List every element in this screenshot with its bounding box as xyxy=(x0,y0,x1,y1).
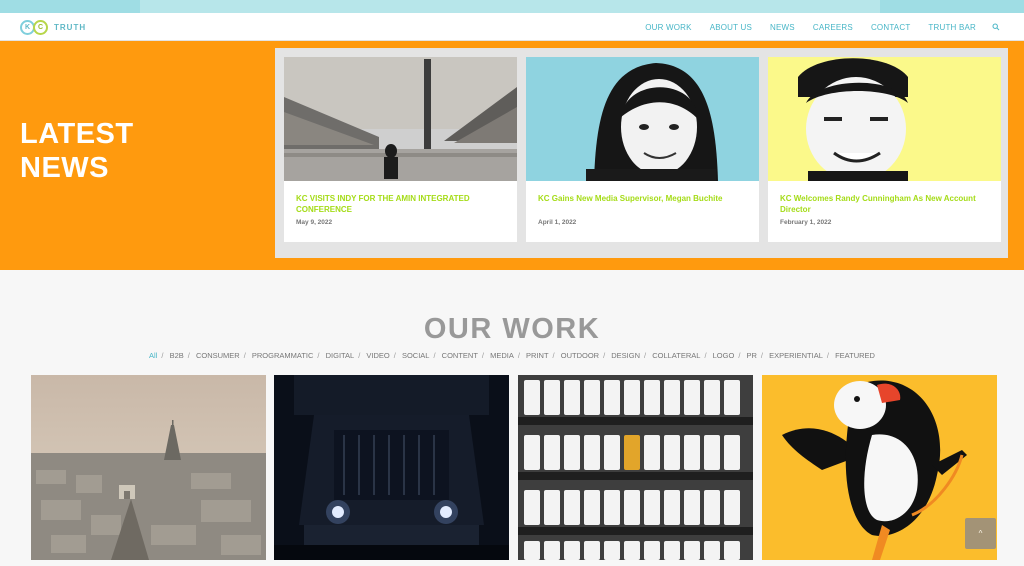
news-date: May 9, 2022 xyxy=(296,219,333,226)
filter-video[interactable]: VIDEO xyxy=(366,351,389,360)
news-image-portrait-megan[interactable] xyxy=(526,57,759,181)
latest-news-section: LATEST NEWS KC VISITS INDY FOR THE AMIN … xyxy=(0,41,1024,270)
filter-separator: / xyxy=(187,351,190,360)
logo-wordmark: TRUTH xyxy=(54,22,87,32)
main-nav: OUR WORK ABOUT US NEWS CAREERS CONTACT T… xyxy=(627,13,1000,41)
filter-separator: / xyxy=(738,351,741,360)
filter-all[interactable]: All xyxy=(149,351,157,360)
back-to-top-button[interactable]: ^ xyxy=(965,518,996,549)
filter-separator: / xyxy=(243,351,246,360)
filter-collateral[interactable]: COLLATERAL xyxy=(652,351,700,360)
filter-separator: / xyxy=(433,351,436,360)
filter-design[interactable]: DESIGN xyxy=(611,351,640,360)
nav-careers[interactable]: CAREERS xyxy=(813,23,853,32)
news-headline[interactable]: KC VISITS INDY FOR THE AMIN INTEGRATED C… xyxy=(296,194,506,215)
news-image-portrait-randy[interactable] xyxy=(768,57,1001,181)
filter-separator: / xyxy=(826,351,829,360)
filter-separator: / xyxy=(161,351,164,360)
nav-news[interactable]: NEWS xyxy=(770,23,795,32)
latest-news-title-line1: LATEST xyxy=(20,118,134,150)
filter-separator: / xyxy=(317,351,320,360)
filter-logo[interactable]: LOGO xyxy=(713,351,735,360)
news-headline[interactable]: KC Gains New Media Supervisor, Megan Buc… xyxy=(538,194,748,205)
news-card[interactable]: KC VISITS INDY FOR THE AMIN INTEGRATED C… xyxy=(284,57,517,242)
logo-c-circle: C xyxy=(33,19,48,35)
news-date: February 1, 2022 xyxy=(780,219,832,226)
work-tile-truck[interactable] xyxy=(274,375,509,560)
top-strip xyxy=(0,0,1024,13)
latest-news-title: LATEST NEWS xyxy=(20,117,134,185)
filter-separator: / xyxy=(644,351,647,360)
nav-our-work[interactable]: OUR WORK xyxy=(645,23,692,32)
nav-about-us[interactable]: ABOUT US xyxy=(710,23,752,32)
news-card[interactable]: KC Gains New Media Supervisor, Megan Buc… xyxy=(526,57,759,242)
filter-consumer[interactable]: CONSUMER xyxy=(196,351,240,360)
filter-featured[interactable]: FEATURED xyxy=(835,351,875,360)
filter-separator: / xyxy=(760,351,764,360)
news-headline[interactable]: KC Welcomes Randy Cunningham As New Acco… xyxy=(780,194,990,215)
work-filter-bar: All / B2B / CONSUMER / PROGRAMMATIC / DIGITA… xyxy=(0,351,1024,360)
nav-contact[interactable]: CONTACT xyxy=(871,23,910,32)
news-carousel: KC VISITS INDY FOR THE AMIN INTEGRATED C… xyxy=(275,48,1008,258)
filter-media[interactable]: MEDIA xyxy=(490,351,514,360)
latest-news-title-line2: NEWS xyxy=(20,152,109,184)
filter-b2b[interactable]: B2B xyxy=(170,351,184,360)
filter-pr[interactable]: PR xyxy=(747,351,757,360)
filter-digital[interactable]: DIGITAL xyxy=(326,351,355,360)
filter-programmatic[interactable]: PROGRAMMATIC xyxy=(252,351,314,360)
news-card[interactable]: KC Welcomes Randy Cunningham As New Acco… xyxy=(768,57,1001,242)
filter-content[interactable]: CONTENT xyxy=(442,351,478,360)
filter-separator: / xyxy=(552,351,555,360)
our-work-title: OUR WORK xyxy=(423,313,601,345)
site-header: K C TRUTH OUR WORK ABOUT US NEWS CAREERS… xyxy=(0,13,1024,41)
chevron-up-icon: ^ xyxy=(978,529,983,538)
filter-separator: / xyxy=(603,351,606,360)
news-date: April 1, 2022 xyxy=(538,219,577,226)
work-tile-puffin[interactable] xyxy=(762,375,997,560)
filter-outdoor[interactable]: OUTDOOR xyxy=(561,351,599,360)
work-tile-bottles[interactable] xyxy=(518,375,753,560)
news-image-speedway[interactable] xyxy=(284,57,517,181)
search-icon[interactable] xyxy=(992,23,1000,31)
filter-experiential[interactable]: EXPERIENTIAL xyxy=(769,351,823,360)
logo[interactable]: K C TRUTH xyxy=(20,19,86,35)
filter-separator: / xyxy=(481,351,484,360)
work-tile-paris[interactable] xyxy=(31,375,266,560)
filter-separator: / xyxy=(517,351,520,360)
top-strip-band xyxy=(140,0,880,13)
filter-separator: / xyxy=(704,351,707,360)
filter-social[interactable]: SOCIAL xyxy=(402,351,430,360)
filter-separator: / xyxy=(358,351,361,360)
nav-truth-bar[interactable]: TRUTH BAR xyxy=(928,23,976,32)
filter-print[interactable]: PRINT xyxy=(526,351,549,360)
filter-separator: / xyxy=(393,351,396,360)
